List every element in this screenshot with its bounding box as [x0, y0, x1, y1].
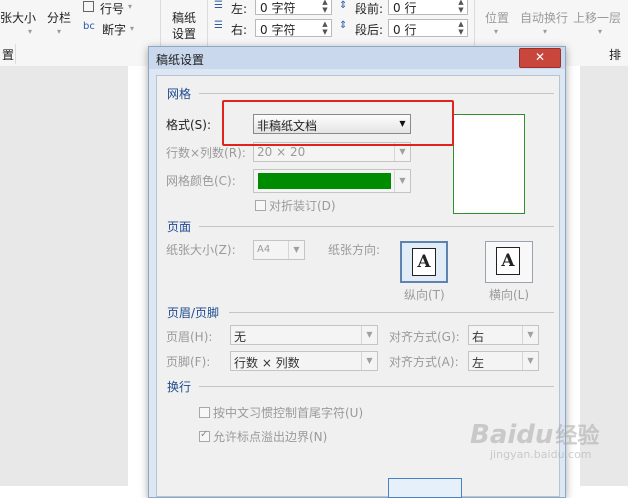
page-section-title: 页面 [167, 220, 192, 234]
chinese-rule-checkbox[interactable] [199, 407, 210, 418]
grid-color-swatch [258, 173, 391, 189]
grid-paper-button-line1[interactable]: 稿纸 [172, 9, 196, 26]
chevron-down-icon[interactable]: ▾ [494, 27, 498, 36]
grid-section-title: 网格 [167, 87, 192, 101]
chevron-down-icon[interactable]: ▾ [543, 27, 547, 36]
header-select[interactable]: 无 ▼ [230, 325, 378, 345]
spacing-before-label: 段前: [355, 2, 384, 16]
indent-right-value: 0 字符 [260, 23, 296, 37]
spacing-after-stepper[interactable]: 0 行 ▲ ▼ [388, 19, 468, 37]
columns-button[interactable]: 分栏 [47, 9, 71, 26]
header-align-select[interactable]: 右 ▼ [468, 325, 539, 345]
grid-preview [453, 114, 525, 214]
paper-size-label: 纸张大小(Z): [166, 243, 236, 257]
stepper-arrows-icon[interactable]: ▲ ▼ [457, 20, 465, 36]
close-button[interactable]: ✕ [519, 48, 561, 68]
indent-right-icon: ☰ [214, 20, 223, 31]
dialog-title: 稿纸设置 [156, 53, 205, 67]
chevron-down-icon[interactable]: ▾ [128, 2, 132, 11]
indent-left-label: 左: [231, 2, 248, 16]
dropdown-arrow-icon[interactable]: ▼ [288, 241, 304, 259]
rows-cols-value: 20 × 20 [257, 145, 306, 159]
grid-color-label: 网格颜色(C): [166, 174, 236, 188]
paper-size-select[interactable]: A4 ▼ [253, 240, 305, 260]
chinese-rule-label: 按中文习惯控制首尾字符(U) [213, 406, 364, 420]
divider [199, 93, 554, 94]
landscape-page-icon: A [496, 247, 520, 275]
group-label-arrange: 排 [609, 48, 622, 62]
indent-right-label: 右: [231, 23, 248, 37]
grid-paper-button-line2[interactable]: 设置 [172, 25, 196, 42]
landscape-label: 横向(L) [489, 288, 530, 302]
orientation-label: 纸张方向: [328, 243, 381, 257]
spacing-after-icon: ⇕ [339, 20, 348, 31]
header-footer-section-title: 页眉/页脚 [167, 306, 220, 320]
hyphenation-button[interactable]: 断字 [102, 21, 126, 38]
watermark-brand: Baidu [470, 420, 554, 450]
header-label: 页眉(H): [166, 330, 213, 344]
spacing-before-icon: ⇕ [339, 0, 348, 11]
position-button[interactable]: 位置 [485, 9, 509, 26]
dropdown-arrow-icon[interactable]: ▼ [522, 326, 538, 344]
highlight-box [222, 100, 454, 146]
footer-align-value: 左 [472, 356, 485, 370]
divider [229, 312, 554, 313]
baidu-watermark: Baidu经验 jingyan.baidu.com [470, 418, 599, 461]
grid-color-select[interactable]: ▼ [253, 169, 411, 193]
dialog-titlebar[interactable]: 稿纸设置 ✕ [149, 47, 565, 69]
footer-align-select[interactable]: 左 ▼ [468, 351, 539, 371]
chevron-down-icon[interactable]: ▾ [57, 27, 61, 36]
footer-value: 行数 × 列数 [234, 356, 300, 370]
paper-size-value: A4 [257, 244, 271, 255]
landscape-button[interactable]: A [485, 241, 533, 283]
watermark-cn: 经验 [555, 424, 600, 449]
stepper-arrows-icon[interactable]: ▲ ▼ [321, 0, 329, 14]
hyphenation-icon: bc [83, 21, 95, 32]
rows-cols-label: 行数×列数(R): [166, 146, 246, 160]
spacing-after-value: 0 行 [393, 23, 417, 37]
chevron-down-icon[interactable]: ▾ [598, 27, 602, 36]
header-align-value: 右 [472, 330, 485, 344]
footer-label: 页脚(F): [166, 355, 211, 369]
linebreak-section-title: 换行 [167, 380, 192, 394]
group-label-page-setup: 置 [2, 48, 15, 62]
dropdown-arrow-icon[interactable]: ▼ [361, 352, 377, 370]
watermark-url: jingyan.baidu.com [490, 448, 592, 461]
chevron-down-icon[interactable]: ▾ [130, 24, 134, 33]
line-number-button[interactable]: 行号 [100, 0, 124, 17]
indent-left-stepper[interactable]: 0 字符 ▲ ▼ [255, 0, 332, 15]
dropdown-arrow-icon[interactable]: ▼ [522, 352, 538, 370]
line-number-icon [83, 1, 94, 12]
style-label: 格式(S): [166, 118, 212, 132]
indent-left-icon: ☰ [214, 0, 223, 11]
spacing-after-label: 段后: [355, 23, 384, 37]
footer-align-label: 对齐方式(A): [389, 355, 459, 369]
wrap-text-button[interactable]: 自动换行 [520, 9, 568, 26]
stepper-arrows-icon[interactable]: ▲ ▼ [321, 20, 329, 36]
spacing-before-stepper[interactable]: 0 行 ▲ ▼ [388, 0, 468, 15]
portrait-label: 纵向(T) [404, 288, 445, 302]
paper-size-button[interactable]: 张大小 [0, 9, 36, 26]
fold-checkbox[interactable] [255, 200, 266, 211]
bring-forward-button[interactable]: 上移一层 [573, 9, 621, 26]
header-align-label: 对齐方式(G): [389, 330, 460, 344]
indent-right-stepper[interactable]: 0 字符 ▲ ▼ [255, 19, 332, 37]
divider [199, 386, 554, 387]
separator [15, 44, 16, 64]
allow-punct-checkbox[interactable] [199, 429, 210, 442]
header-value: 无 [234, 330, 247, 344]
portrait-page-icon: A [412, 248, 436, 276]
stepper-arrows-icon[interactable]: ▲ ▼ [457, 0, 465, 14]
allow-punct-label: 允许标点溢出边界(N) [213, 430, 328, 444]
dropdown-arrow-icon[interactable]: ▼ [361, 326, 377, 344]
chevron-down-icon[interactable]: ▾ [28, 27, 32, 36]
spacing-before-value: 0 行 [393, 1, 417, 15]
indent-left-value: 0 字符 [260, 1, 296, 15]
ok-button[interactable] [388, 478, 462, 498]
portrait-button[interactable]: A [400, 241, 448, 283]
footer-select[interactable]: 行数 × 列数 ▼ [230, 351, 378, 371]
divider [199, 226, 554, 227]
fold-label: 对折装订(D) [269, 199, 336, 213]
dropdown-arrow-icon[interactable]: ▼ [394, 170, 410, 192]
